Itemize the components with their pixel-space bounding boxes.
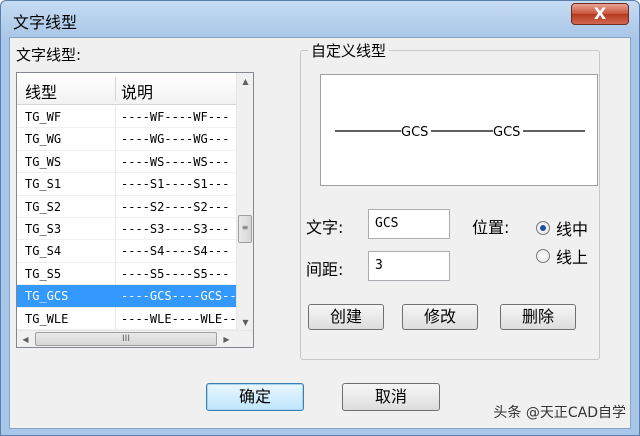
cell-divider	[115, 128, 116, 150]
column-header-linetype[interactable]: 线型	[25, 79, 57, 103]
modify-button[interactable]: 修改	[402, 304, 478, 330]
cell-divider	[115, 262, 116, 285]
row-description: ----GCS----GCS--	[121, 289, 237, 304]
radio-button-icon[interactable]	[536, 249, 550, 263]
create-button[interactable]: 创建	[308, 304, 384, 330]
radio-button-icon[interactable]	[536, 221, 550, 235]
delete-button[interactable]: 删除	[500, 304, 576, 330]
table-row[interactable]: TG_GCS ----GCS----GCS--	[17, 285, 237, 308]
scroll-right-arrow-icon[interactable]: ▶	[218, 331, 235, 347]
row-linetype-name: TG_S4	[25, 244, 62, 259]
watermark-text: 头条 @天正CAD自学	[493, 405, 626, 421]
row-description: ----WF----WF---	[121, 110, 230, 124]
cancel-button[interactable]: 取消	[342, 383, 440, 411]
radio-line-center[interactable]: 线中	[536, 216, 588, 240]
custom-linetype-label: 自定义线型	[308, 40, 390, 61]
position-label: 位置:	[472, 218, 510, 237]
window-title: 文字线型	[13, 13, 78, 32]
spacing-input[interactable]: 3	[368, 251, 450, 281]
table-row[interactable]: TG_S3 ----S3----S3---	[17, 217, 237, 241]
scroll-up-arrow-icon[interactable]: ▲	[237, 73, 253, 90]
table-row[interactable]: TG_S5 ----S5----S5---	[17, 262, 237, 286]
vertical-scroll-thumb[interactable]: ≡	[238, 215, 252, 243]
row-linetype-name: TG_S2	[25, 199, 62, 214]
cell-divider	[115, 173, 116, 195]
preview-canvas: GCS GCS	[335, 125, 585, 140]
row-linetype-name: TG_WS	[25, 154, 62, 169]
table-row[interactable]: TG_S2 ----S2----S2---	[17, 195, 237, 218]
cell-divider	[115, 106, 116, 128]
text-label: 文字:	[306, 218, 344, 237]
table-row[interactable]: TG_S4 ----S4----S4---	[17, 240, 237, 263]
cell-divider	[115, 195, 116, 217]
radio-line-center-label[interactable]: 线中	[556, 216, 588, 240]
table-row[interactable]: TG_WLE ----WLE----WLE--	[17, 307, 237, 330]
column-header-description[interactable]: 说明	[121, 79, 153, 103]
cell-divider	[115, 217, 116, 240]
table-row[interactable]: TG_WG ----WG----WG---	[17, 128, 237, 151]
row-linetype-name: TG_GCS	[25, 289, 69, 304]
list-header: 线型 说明	[17, 73, 237, 105]
preview-text-1: GCS	[401, 125, 428, 140]
cell-divider	[115, 307, 116, 329]
row-linetype-name: TG_S1	[25, 177, 62, 192]
cell-divider	[115, 240, 116, 262]
vertical-scrollbar[interactable]: ▲ ≡ ▼	[236, 73, 253, 331]
table-row[interactable]: TG_WF ----WF----WF---	[17, 106, 237, 129]
row-description: ----S5----S5---	[121, 266, 230, 281]
row-linetype-name: TG_S3	[25, 221, 62, 236]
row-linetype-name: TG_WLE	[25, 311, 69, 326]
horizontal-scroll-thumb[interactable]: III	[35, 332, 217, 346]
cell-divider	[115, 285, 116, 307]
row-description: ----S2----S2---	[121, 199, 230, 214]
linetype-list[interactable]: 线型 说明 TG_WF ----WF----WF--- TG_WG ----WG---…	[16, 72, 254, 348]
row-description: ----WS----WS---	[121, 154, 230, 169]
row-description: ----WG----WG---	[121, 132, 230, 147]
row-linetype-name: TG_WG	[25, 132, 62, 147]
row-linetype-name: TG_S5	[25, 266, 62, 281]
row-description: ----S3----S3---	[121, 221, 230, 236]
ok-button[interactable]: 确定	[206, 383, 304, 411]
radio-line-above[interactable]: 线上	[536, 244, 588, 268]
preview-text-2: GCS	[493, 125, 520, 140]
table-row[interactable]: TG_WS ----WS----WS---	[17, 150, 237, 174]
row-description: ----S4----S4---	[121, 244, 230, 259]
cell-divider	[115, 150, 116, 173]
row-linetype-name: TG_WF	[25, 110, 62, 124]
radio-line-above-label[interactable]: 线上	[556, 244, 588, 268]
linetype-list-label: 文字线型:	[16, 46, 82, 64]
text-input[interactable]: GCS	[368, 209, 450, 239]
linetype-preview: GCS GCS	[320, 74, 598, 186]
row-description: ----WLE----WLE--	[121, 311, 237, 326]
close-button[interactable]: X	[571, 3, 629, 25]
list-rows: TG_WF ----WF----WF--- TG_WG ----WG----WG---…	[17, 106, 237, 330]
spacing-label: 间距:	[306, 260, 344, 279]
scroll-down-arrow-icon[interactable]: ▼	[237, 314, 253, 331]
row-description: ----S1----S1---	[121, 177, 230, 192]
column-divider[interactable]	[115, 77, 116, 101]
scroll-left-arrow-icon[interactable]: ◀	[17, 331, 34, 347]
title-bar[interactable]: 文字线型 X	[1, 1, 639, 37]
table-row[interactable]: TG_S1 ----S1----S1---	[17, 173, 237, 196]
dialog-body: 文字线型: 线型 说明 TG_WF ----WF----WF--- TG_WG ---…	[9, 37, 631, 429]
dialog-window: 文字线型 X 文字线型: 线型 说明 TG_WF ----WF----WF--- T…	[0, 0, 640, 436]
horizontal-scrollbar[interactable]: ◀ III ▶	[17, 330, 253, 347]
